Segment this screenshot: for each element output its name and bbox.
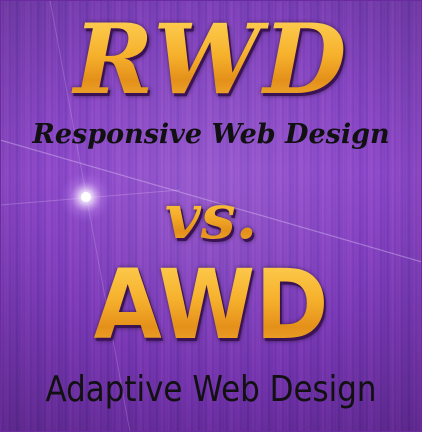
- rwd-vs-awd-graphic: RWD Responsive Web Design vs. AWD Adapti…: [0, 0, 422, 432]
- image-frame: [0, 0, 422, 432]
